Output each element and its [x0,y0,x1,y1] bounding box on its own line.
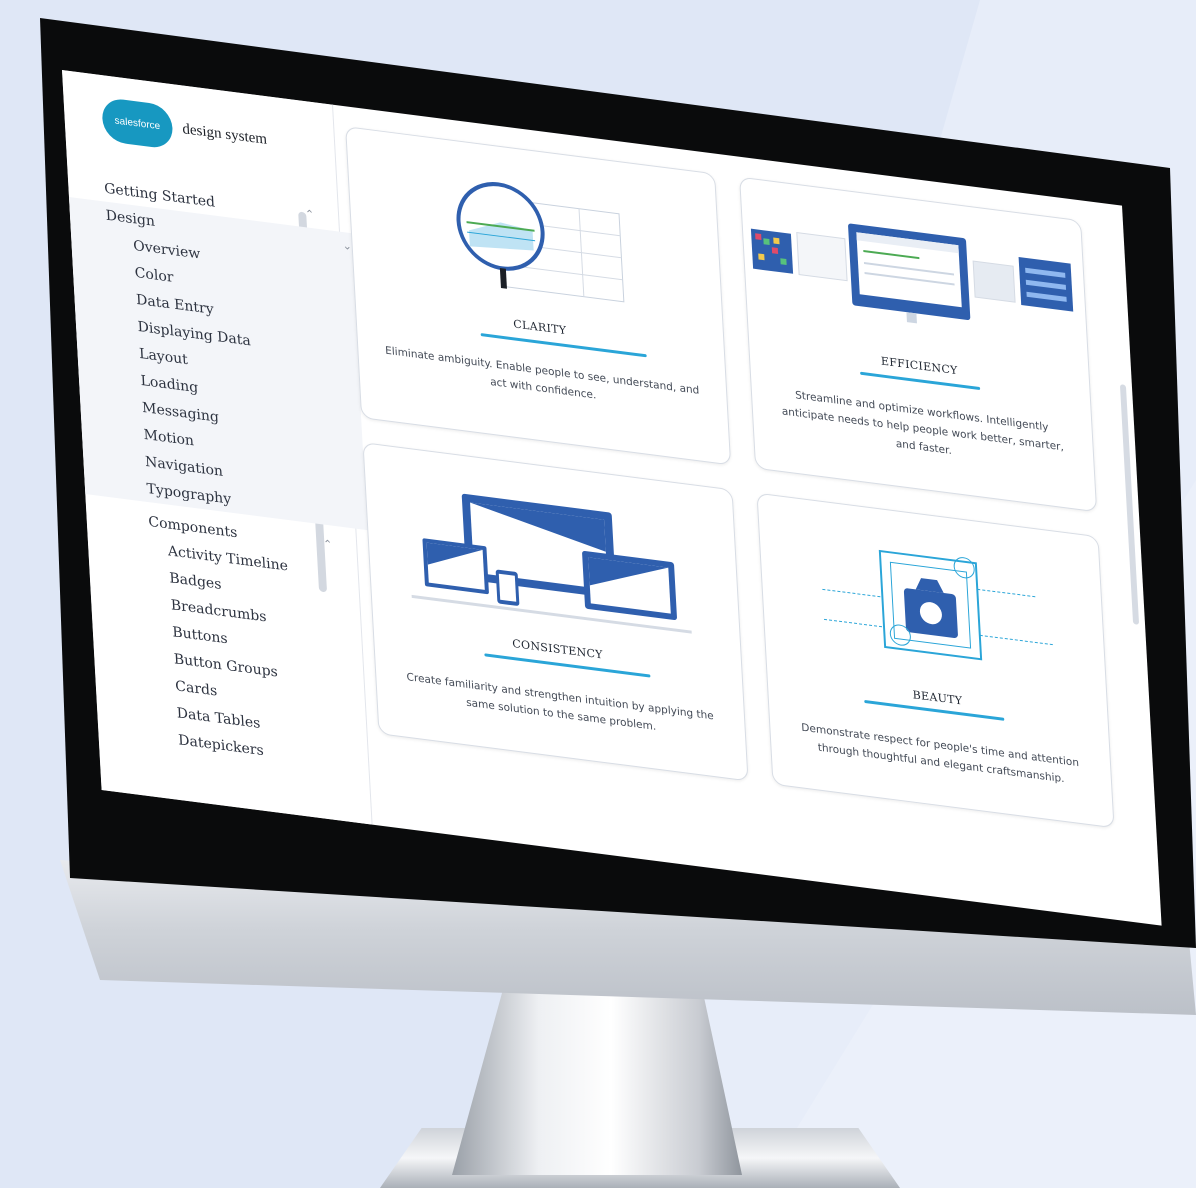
monitor-illustration [750,223,1074,324]
brand-name: design system [181,120,268,148]
main-content: CLARITY Eliminate ambiguity. Enable peop… [332,105,1162,926]
monitor-screen: salesforce design system Getting Started… [62,70,1162,926]
spacing-spec-illustration [822,549,1054,661]
card-description: Demonstrate respect for people's time an… [801,721,1080,786]
brand: salesforce design system [101,96,268,162]
card-consistency[interactable]: CONSISTENCY Create familiarity and stren… [362,442,749,782]
sidebar-item-label: Color [134,264,174,286]
card-description: Eliminate ambiguity. Enable people to se… [384,344,700,402]
chevron-up-icon[interactable]: ⌃ [323,537,333,551]
salesforce-logo[interactable]: salesforce [101,96,174,150]
sidebar-item-label: Cards [174,677,218,700]
sidebar-item-label: Buttons [171,623,228,647]
sidebar-item-label: Layout [138,345,189,368]
sidebar-item-label: Typography [146,480,232,508]
chevron-up-icon[interactable]: ⌃ [305,207,315,221]
card-description: Create familiarity and strengthen intuit… [406,671,715,733]
sidebar-item-label: Overview [132,237,201,263]
sidebar-item-label: Motion [143,426,195,449]
devices-illustration [411,493,692,634]
sidebar-item-label: Badges [168,569,222,593]
card-efficiency[interactable]: EFFICIENCY Streamline and optimize workf… [739,176,1098,513]
sidebar-nav: Getting Started ⌃ Design ⌄ Overview Colo… [68,175,368,775]
card-clarity[interactable]: CLARITY Eliminate ambiguity. Enable peop… [345,126,732,466]
monitor-stand-neck [452,985,742,1175]
card-description: Streamline and optimize workflows. Intel… [781,389,1065,457]
logo-text: salesforce [114,114,161,132]
sidebar: salesforce design system Getting Started… [62,70,373,825]
card-beauty[interactable]: BEAUTY Demonstrate respect for people's … [756,492,1115,829]
magnifier-illustration [456,182,625,303]
sidebar-item-label: Datepickers [177,731,265,759]
design-group: Design ⌄ Overview Color Data Entry Displ… [68,197,368,531]
sidebar-item-label: Loading [140,372,199,396]
sidebar-item-label: Design [105,207,156,230]
